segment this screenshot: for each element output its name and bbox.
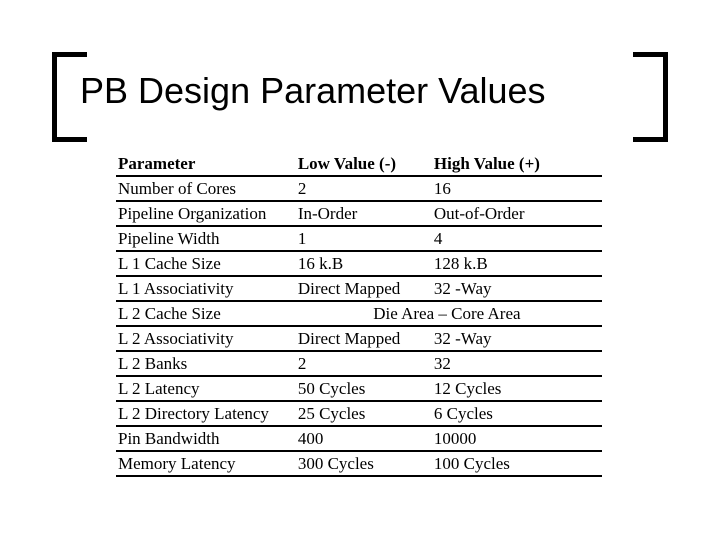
cell-low: 25 Cycles [296, 401, 432, 426]
col-high-value: High Value (+) [432, 152, 602, 176]
cell-low: 1 [296, 226, 432, 251]
cell-parameter: Pipeline Organization [116, 201, 296, 226]
cell-low: Direct Mapped [296, 326, 432, 351]
page-title: PB Design Parameter Values [80, 72, 640, 110]
cell-high: 4 [432, 226, 602, 251]
cell-parameter: L 2 Directory Latency [116, 401, 296, 426]
cell-parameter: L 2 Latency [116, 376, 296, 401]
cell-parameter: Pipeline Width [116, 226, 296, 251]
cell-high: 6 Cycles [432, 401, 602, 426]
cell-parameter: L 2 Banks [116, 351, 296, 376]
cell-low: 400 [296, 426, 432, 451]
cell-low: 300 Cycles [296, 451, 432, 476]
table-row: L 2 Latency50 Cycles12 Cycles [116, 376, 602, 401]
col-low-value: Low Value (-) [296, 152, 432, 176]
cell-low: 50 Cycles [296, 376, 432, 401]
cell-parameter: Number of Cores [116, 176, 296, 201]
cell-high: 16 [432, 176, 602, 201]
cell-low: 2 [296, 176, 432, 201]
cell-parameter: L 1 Cache Size [116, 251, 296, 276]
table-row: L 2 AssociativityDirect Mapped32 -Way [116, 326, 602, 351]
cell-high: 32 -Way [432, 276, 602, 301]
cell-span: Die Area – Core Area [296, 301, 602, 326]
table-row: L 1 AssociativityDirect Mapped32 -Way [116, 276, 602, 301]
table-row: Pin Bandwidth40010000 [116, 426, 602, 451]
cell-high: Out-of-Order [432, 201, 602, 226]
cell-high: 10000 [432, 426, 602, 451]
col-parameter: Parameter [116, 152, 296, 176]
table-row: L 2 Banks232 [116, 351, 602, 376]
cell-parameter: L 1 Associativity [116, 276, 296, 301]
cell-parameter: L 2 Associativity [116, 326, 296, 351]
cell-parameter: Pin Bandwidth [116, 426, 296, 451]
cell-low: 2 [296, 351, 432, 376]
parameter-table-wrap: Parameter Low Value (-) High Value (+) N… [116, 152, 602, 477]
table-row: Memory Latency300 Cycles100 Cycles [116, 451, 602, 476]
table-row: L 2 Directory Latency25 Cycles6 Cycles [116, 401, 602, 426]
table-row: Pipeline OrganizationIn-OrderOut-of-Orde… [116, 201, 602, 226]
cell-high: 32 [432, 351, 602, 376]
cell-high: 12 Cycles [432, 376, 602, 401]
table-row: Number of Cores216 [116, 176, 602, 201]
cell-parameter: Memory Latency [116, 451, 296, 476]
table-header-row: Parameter Low Value (-) High Value (+) [116, 152, 602, 176]
table-row: L 2 Cache SizeDie Area – Core Area [116, 301, 602, 326]
cell-high: 128 k.B [432, 251, 602, 276]
cell-high: 32 -Way [432, 326, 602, 351]
cell-high: 100 Cycles [432, 451, 602, 476]
parameter-table: Parameter Low Value (-) High Value (+) N… [116, 152, 602, 477]
cell-low: In-Order [296, 201, 432, 226]
cell-low: Direct Mapped [296, 276, 432, 301]
cell-low: 16 k.B [296, 251, 432, 276]
cell-parameter: L 2 Cache Size [116, 301, 296, 326]
table-row: L 1 Cache Size16 k.B128 k.B [116, 251, 602, 276]
table-row: Pipeline Width14 [116, 226, 602, 251]
